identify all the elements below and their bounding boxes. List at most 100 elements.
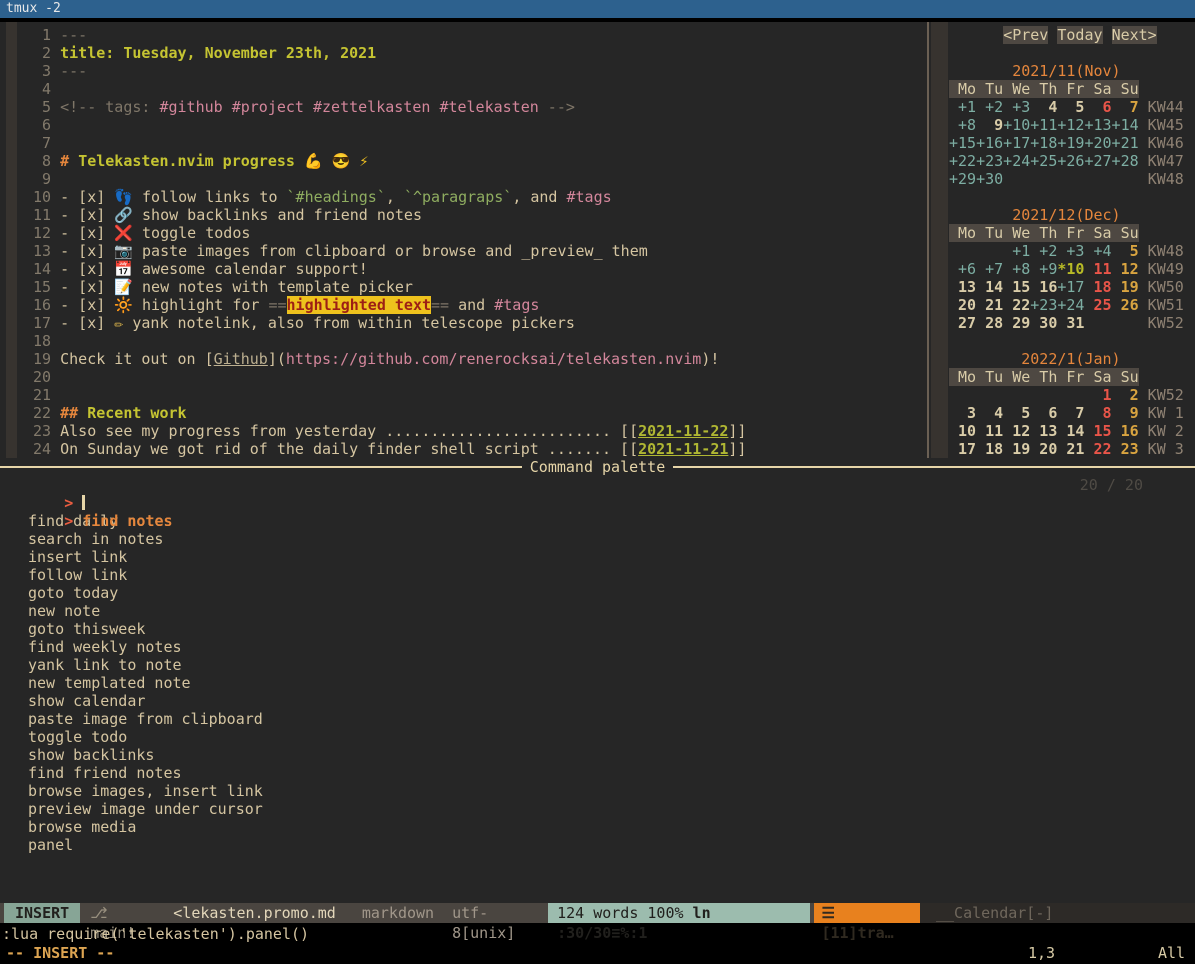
text-segment: and [449,296,494,314]
palette-item[interactable]: goto thisweek [0,620,1195,638]
palette-item[interactable]: paste image from clipboard [0,710,1195,728]
calendar-day[interactable]: 20 21 22 [949,296,1030,314]
calendar-day[interactable]: +15+16+17+18+19+20+21 [949,134,1139,152]
palette-item[interactable]: toggle todo [0,728,1195,746]
calendar-day[interactable]: 12 [1121,260,1139,278]
github-link[interactable]: Github [214,350,268,368]
editor-line[interactable]: 5 <!-- tags: #github #project #zettelkas… [0,98,927,116]
palette-item[interactable]: find friend notes [0,764,1195,782]
calendar-day[interactable]: 4 5 [1030,98,1084,116]
calendar-day[interactable]: +29+30 [949,170,1003,188]
palette-item[interactable]: yank link to note [0,656,1195,674]
mode-indicator: INSERT [4,903,80,923]
calendar-day[interactable]: +17 [1057,278,1084,296]
editor-line[interactable]: 17 - [x] ✏ yank notelink, also from with… [0,314,927,332]
text-segment: - [x] [60,296,114,314]
calendar-day[interactable]: +1 +2 +3 [949,98,1030,116]
editor-line[interactable]: 13 - [x] 📷 paste images from clipboard o… [0,242,927,260]
palette-item[interactable]: goto today [0,584,1195,602]
calendar-day[interactable]: 13 14 15 16 [949,278,1057,296]
editor-line[interactable]: 21 [0,386,927,404]
editor-pane[interactable]: 1 --- 2 title: Tuesday, November 23th, 2… [0,22,927,458]
editor-line[interactable]: 19 Check it out on [Github](https://gith… [0,350,927,368]
editor-line[interactable]: 12 - [x] ❌ toggle todos [0,224,927,242]
next-button[interactable]: Next> [1112,26,1157,44]
calendar-day[interactable]: 3 4 5 6 7 [949,404,1084,422]
calendar-day[interactable]: 22 [1084,440,1111,458]
calendar-day[interactable]: 5 [1112,242,1139,260]
palette-item[interactable]: panel [0,836,1195,854]
palette-prompt-row[interactable]: > 20 / 20 [0,476,1195,494]
palette-item[interactable]: show calendar [0,692,1195,710]
calendar-day[interactable]: +1 +2 +3 +4 [1003,242,1111,260]
editor-line[interactable]: 22 ## Recent work [0,404,927,422]
scroll-indicator: All [1158,944,1185,962]
editor-line[interactable]: 9 [0,170,927,188]
github-url[interactable]: https://github.com/renerocksai/telekaste… [286,350,701,368]
editor-line[interactable]: 18 [0,332,927,350]
editor-line[interactable]: 20 [0,368,927,386]
palette-item[interactable]: browse images, insert link [0,782,1195,800]
calendar-day[interactable]: 26 [1121,296,1139,314]
buffer-tab-segment[interactable]: ☰ [11]tra… [814,903,920,923]
editor-line[interactable]: 2 title: Tuesday, November 23th, 2021 [0,44,927,62]
calendar-day[interactable]: 25 [1094,296,1112,314]
calendar-day[interactable]: 8 [1084,404,1111,422]
palette-item[interactable]: show backlinks [0,746,1195,764]
editor-line[interactable]: 16 - [x] 🔆 highlight for ==highlighted t… [0,296,927,314]
wiki-link[interactable]: 2021-11-22 [638,422,728,440]
calendar-day[interactable]: +23+24 [1030,296,1084,314]
wiki-link[interactable]: 2021-11-21 [638,440,728,458]
command-line[interactable]: :lua require('telekasten').panel() [0,925,1195,943]
calendar-day[interactable]: 15 [1084,422,1111,440]
calendar-day[interactable]: +8 [949,116,976,134]
calendar-today[interactable]: *10 [1057,260,1084,278]
editor-line[interactable]: 3 --- [0,62,927,80]
editor-line[interactable]: 7 [0,134,927,152]
editor-line[interactable]: 6 [0,116,927,134]
calendar-day[interactable]: 16 [1112,422,1139,440]
calendar-day[interactable]: 7 [1112,98,1139,116]
palette-item[interactable]: insert link [0,548,1195,566]
calendar-day[interactable]: 11 [1094,260,1112,278]
editor-line[interactable]: 23 Also see my progress from yesterday .… [0,422,927,440]
prev-button[interactable]: <Prev [1003,26,1048,44]
editor-line[interactable]: 14 - [x] 📅 awesome calendar support! [0,260,927,278]
calendar-day[interactable]: +22+23+24+25+26+27+28 [949,152,1139,170]
calendar-day[interactable]: 2 [1112,386,1139,404]
calendar-day[interactable]: 23 [1112,440,1139,458]
calendar-day[interactable]: 18 [1094,278,1112,296]
editor-line[interactable]: 24 On Sunday we got rid of the daily fin… [0,440,927,458]
palette-item[interactable]: new note [0,602,1195,620]
palette-item[interactable]: new templated note [0,674,1195,692]
editor-line[interactable]: 15 - [x] 📝 new notes with template picke… [0,278,927,296]
editor-line[interactable]: 10 - [x] 👣 follow links to `#headings`, … [0,188,927,206]
calendar-day[interactable]: +10+11+12+13+14 [1003,116,1138,134]
palette-item[interactable]: find weekly notes [0,638,1195,656]
calendar-day[interactable]: 6 [1084,98,1111,116]
calendar-day[interactable]: 19 [1121,278,1139,296]
palette-item-selected[interactable]: > find notes [0,494,1195,512]
editor-line[interactable]: 8 # Telekasten.nvim progress 💪 😎 ⚡ [0,152,927,170]
calendar-day[interactable]: 10 11 12 13 14 [949,422,1084,440]
calendar-day[interactable]: 27 28 29 30 31 [949,314,1084,332]
editor-line[interactable]: 1 --- [0,26,927,44]
line-number: 8 [24,152,60,170]
palette-item[interactable]: preview image under cursor [0,800,1195,818]
palette-item[interactable]: find daily notes [0,512,1195,530]
calendar-day[interactable]: 9 [1112,404,1139,422]
calendar-row: 13 14 15 16+17 18 19 KW50 [929,278,1195,296]
week-number: KW 3 [1139,440,1184,458]
calendar-day[interactable]: 9 [976,116,1003,134]
calendar-day[interactable]: 17 18 19 20 21 [949,440,1084,458]
editor-line[interactable]: 11 - [x] 🔗 show backlinks and friend not… [0,206,927,224]
palette-item[interactable]: browse media [0,818,1195,836]
editor-line[interactable]: 4 [0,80,927,98]
palette-item[interactable]: follow link [0,566,1195,584]
today-button[interactable]: Today [1057,26,1102,44]
calendar-day[interactable]: 1 [1084,386,1111,404]
palette-item[interactable]: search in notes [0,530,1195,548]
line-number: 19 [24,350,60,368]
calendar-day[interactable]: +6 +7 +8 +9 [949,260,1057,278]
text-segment: == [431,296,449,314]
